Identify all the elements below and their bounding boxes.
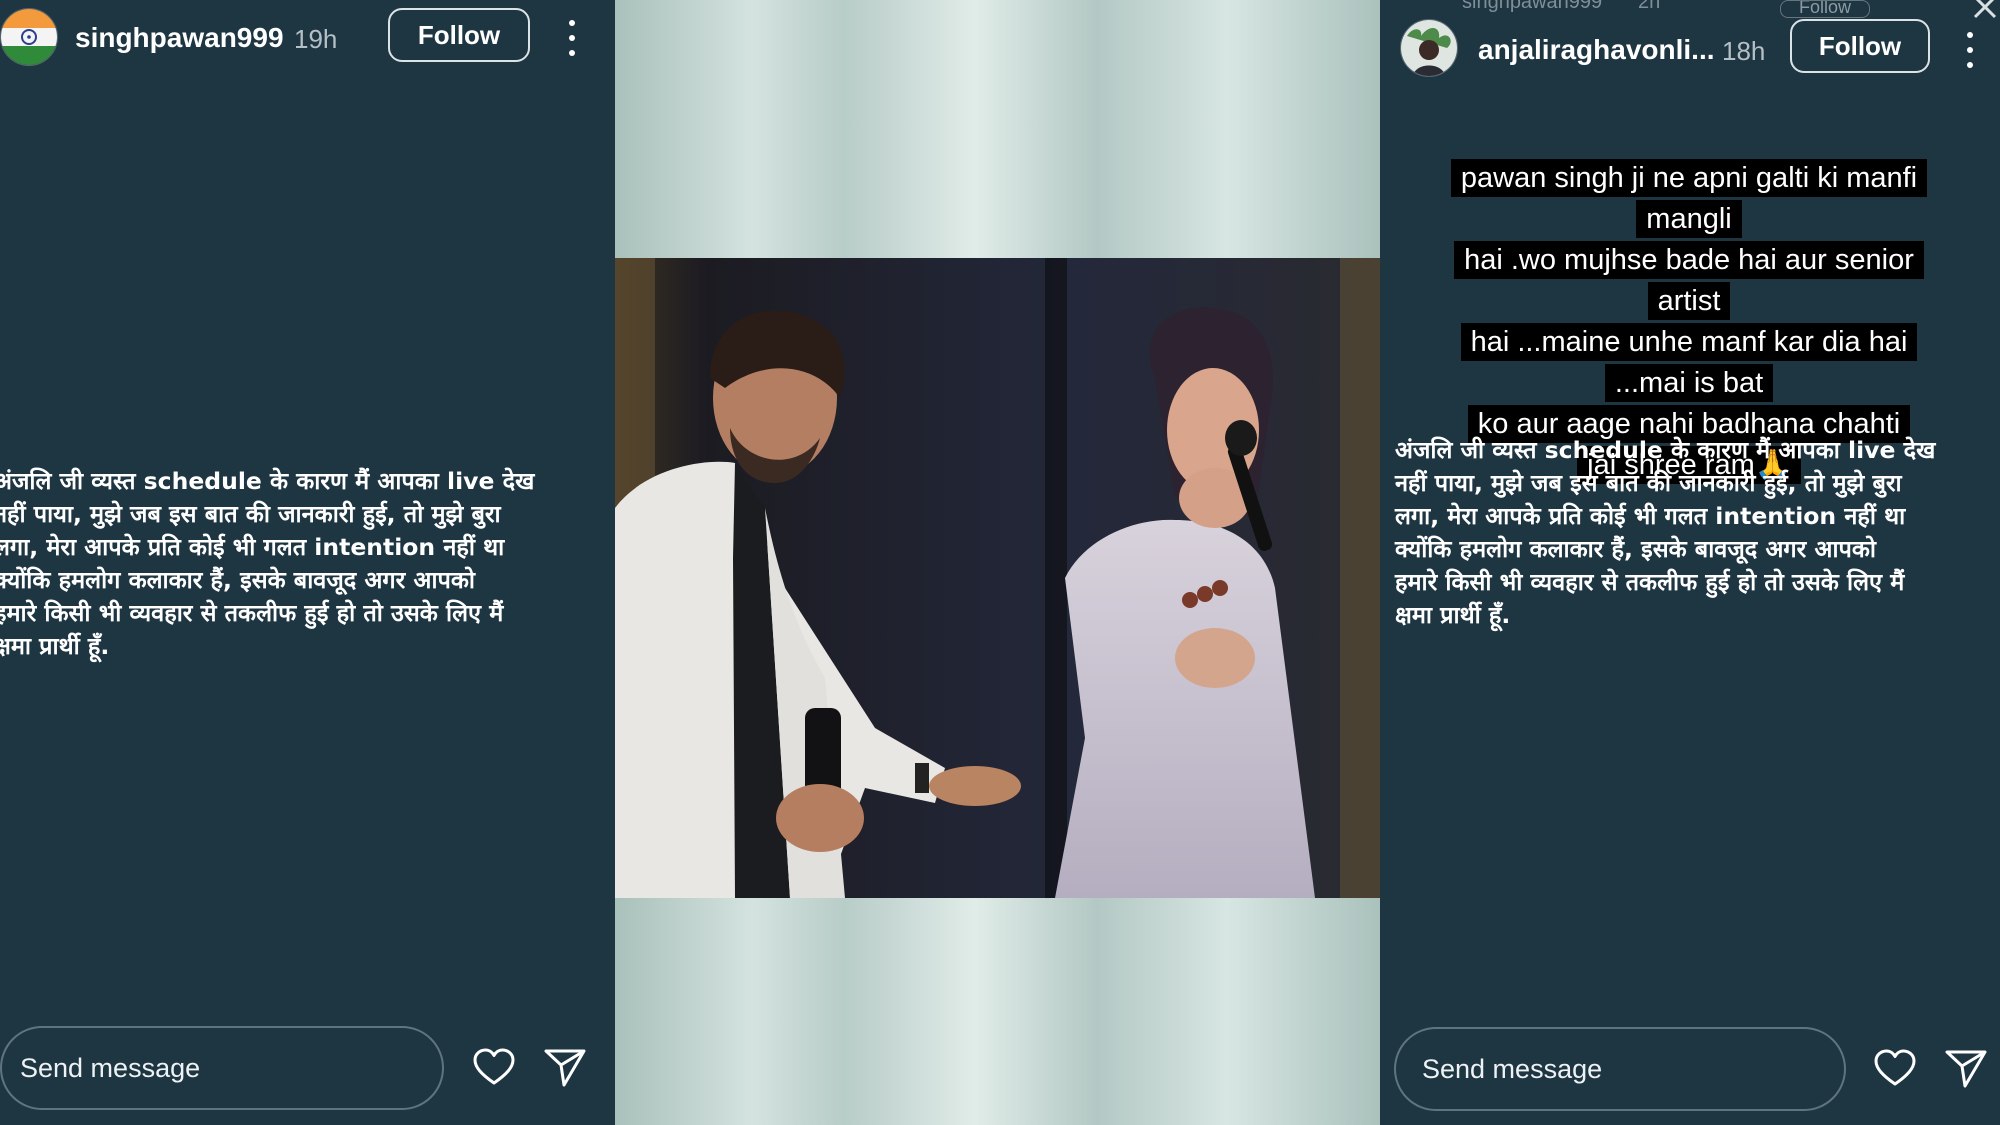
story-username[interactable]: anjaliraghavonli... xyxy=(1478,34,1715,66)
more-icon[interactable] xyxy=(566,20,578,56)
story-username[interactable]: singhpawan999 xyxy=(75,22,284,54)
follow-button[interactable]: Follow xyxy=(388,8,530,62)
story-header: anjaliraghavonli... 18h Follow xyxy=(1380,10,2000,90)
send-icon[interactable] xyxy=(542,1045,588,1091)
send-message-placeholder: Send message xyxy=(20,1052,201,1083)
send-message-input[interactable]: Send message xyxy=(0,1026,444,1110)
story-timestamp: 18h xyxy=(1722,36,1766,66)
right-story-panel: singhpawan999 2h Follow anjaliraghavonli… xyxy=(1380,0,2000,1125)
apology-message-screenshot: अंजलि जी व्यस्त schedule के कारण मैं आपक… xyxy=(1395,436,1936,629)
stage-photo xyxy=(615,258,1380,898)
follow-button[interactable]: Follow xyxy=(1790,19,1930,73)
apology-message: अंजलि जी व्यस्त schedule के कारण मैं आपक… xyxy=(0,467,535,660)
left-story-panel: singhpawan999 19h Follow अंजलि जी व्यस्त… xyxy=(0,0,615,1125)
story-timestamp: 19h xyxy=(294,24,338,54)
send-message-placeholder: Send message xyxy=(1422,1053,1603,1084)
center-photo-panel xyxy=(615,0,1380,1125)
india-flag-avatar[interactable] xyxy=(0,8,58,66)
heart-icon[interactable] xyxy=(471,1045,517,1091)
heart-icon[interactable] xyxy=(1872,1046,1918,1092)
send-icon[interactable] xyxy=(1943,1046,1989,1092)
send-message-input[interactable]: Send message xyxy=(1394,1027,1846,1111)
story-header: singhpawan999 19h Follow xyxy=(0,0,615,80)
more-icon[interactable] xyxy=(1964,32,1976,68)
profile-photo-avatar[interactable] xyxy=(1400,19,1458,77)
